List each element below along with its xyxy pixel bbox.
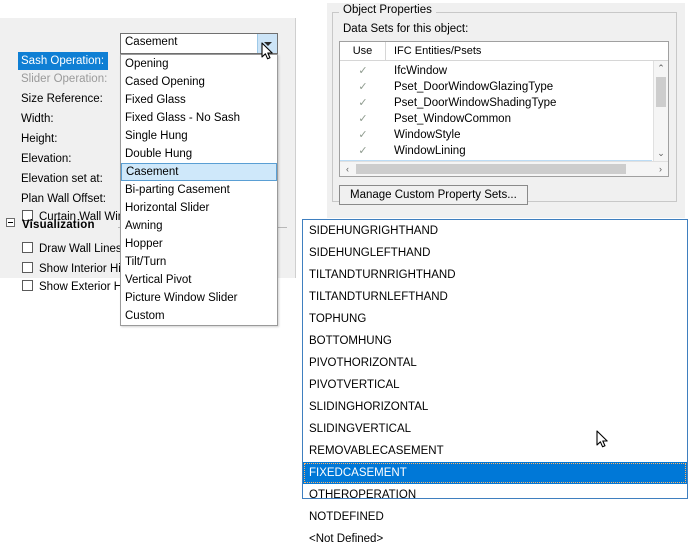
list-item[interactable]: <Not Defined> (303, 528, 687, 550)
dropdown-item-fixed-glass-no-sash[interactable]: Fixed Glass - No Sash (121, 109, 277, 127)
table-row[interactable]: ✓ Pset_DoorWindowShadingType (340, 96, 652, 111)
table-row[interactable]: ✓ Pset_WindowCommon (340, 112, 652, 127)
checkbox-box-show-exterior-hinge[interactable] (22, 280, 33, 291)
list-item[interactable]: PIVOTHORIZONTAL (303, 352, 687, 374)
use-check-icon[interactable]: ✓ (340, 80, 386, 95)
sash-operation-dropdown-list[interactable]: Opening Cased Opening Fixed Glass Fixed … (120, 54, 278, 326)
dropdown-item-tilt-turn[interactable]: Tilt/Turn (121, 253, 277, 271)
chevron-down-icon[interactable] (257, 34, 277, 53)
list-item[interactable]: TOPHUNG (303, 308, 687, 330)
dropdown-item-double-hung[interactable]: Double Hung (121, 145, 277, 163)
checkbox-draw-wall-lines[interactable]: Draw Wall Lines (22, 240, 122, 258)
table-row[interactable]: ✓ WindowStyle (340, 128, 652, 143)
table-row[interactable]: ✓ WindowLining (340, 144, 652, 159)
horizontal-scrollbar[interactable]: ‹ › (340, 161, 668, 176)
list-item[interactable]: SIDEHUNGLEFTHAND (303, 242, 687, 264)
use-check-icon[interactable]: ✓ (340, 64, 386, 79)
table-row[interactable]: ✓ IfcWindow (340, 64, 652, 79)
combobox-value: Casement (125, 36, 178, 48)
property-row-width[interactable]: Width: (18, 110, 58, 128)
list-item-selected[interactable]: FIXEDCASEMENT (303, 462, 687, 484)
scroll-up-icon[interactable]: ⌃ (654, 61, 668, 76)
dropdown-item-bi-parting-casement[interactable]: Bi-parting Casement (121, 181, 277, 199)
dropdown-item-awning[interactable]: Awning (121, 217, 277, 235)
property-label-width: Width: (21, 113, 54, 125)
entity-name: WindowLining (394, 145, 466, 157)
property-label-plan-wall-offset: Plan Wall Offset: (21, 193, 107, 205)
column-header-use[interactable]: Use (340, 42, 386, 60)
ifc-operation-value-list[interactable]: SIDEHUNGRIGHTHAND SIDEHUNGLEFTHAND TILTA… (302, 219, 688, 545)
property-label-sash-operation: Sash Operation: (18, 52, 109, 70)
checkbox-box-show-interior-hinge[interactable] (22, 262, 33, 273)
dropdown-item-fixed-glass[interactable]: Fixed Glass (121, 91, 277, 109)
entity-name: Pset_WindowCommon (394, 113, 511, 125)
use-check-icon[interactable]: ✓ (340, 128, 386, 143)
table-header-row: Use IFC Entities/Psets (340, 42, 668, 61)
dropdown-item-cased-opening[interactable]: Cased Opening (121, 73, 277, 91)
dropdown-item-horizontal-slider[interactable]: Horizontal Slider (121, 199, 277, 217)
dropdown-item-hopper[interactable]: Hopper (121, 235, 277, 253)
group-title-visualization: Visualization (22, 219, 95, 231)
property-label-slider-operation: Slider Operation: (21, 73, 108, 85)
list-item[interactable]: NOTDEFINED (303, 506, 687, 528)
entity-name: IfcWindow (394, 65, 448, 77)
property-row-elevation-set-at[interactable]: Elevation set at: (18, 170, 107, 188)
dropdown-item-single-hung[interactable]: Single Hung (121, 127, 277, 145)
scroll-right-icon[interactable]: › (653, 162, 668, 176)
list-item[interactable]: TILTANDTURNLEFTHAND (303, 286, 687, 308)
property-row-plan-wall-offset[interactable]: Plan Wall Offset: (18, 190, 110, 208)
list-item[interactable]: OTHEROPERATION (303, 484, 687, 506)
property-row-elevation[interactable]: Elevation: (18, 150, 76, 168)
list-item[interactable]: TILTANDTURNRIGHTHAND (303, 264, 687, 286)
property-row-slider-operation[interactable]: Slider Operation: (18, 70, 111, 88)
data-sets-subtitle: Data Sets for this object: (343, 23, 469, 35)
list-item[interactable]: SIDEHUNGRIGHTHAND (303, 220, 687, 242)
entity-name: WindowStyle (394, 129, 461, 141)
entity-name: Pset_DoorWindowGlazingType (394, 81, 554, 93)
use-check-icon[interactable]: ✓ (340, 144, 386, 159)
horizontal-scrollbar-thumb[interactable] (356, 164, 626, 174)
vertical-scrollbar-thumb[interactable] (656, 77, 666, 107)
use-check-icon[interactable]: ✓ (340, 112, 386, 127)
property-label-elevation-set-at: Elevation set at: (21, 173, 103, 185)
entity-name: Pset_DoorWindowShadingType (394, 97, 557, 109)
scroll-left-icon[interactable]: ‹ (340, 162, 355, 176)
property-label-elevation: Elevation: (21, 153, 72, 165)
property-row-size-reference[interactable]: Size Reference: (18, 90, 107, 108)
list-item[interactable]: REMOVABLECASEMENT (303, 440, 687, 462)
collapse-expander-icon[interactable] (6, 218, 15, 227)
ifc-entities-table[interactable]: Use IFC Entities/Psets ✓ IfcWindow ✓ Pse… (339, 41, 669, 177)
list-item[interactable]: SLIDINGVERTICAL (303, 418, 687, 440)
dropdown-item-vertical-pivot[interactable]: Vertical Pivot (121, 271, 277, 289)
dropdown-item-custom[interactable]: Custom (121, 307, 277, 325)
object-properties-panel: Object Properties Data Sets for this obj… (327, 3, 685, 218)
property-row-sash-operation[interactable]: Sash Operation: (18, 52, 109, 70)
checkbox-label-draw-wall-lines: Draw Wall Lines (39, 243, 122, 255)
property-label-height: Height: (21, 133, 58, 145)
dropdown-item-opening[interactable]: Opening (121, 55, 277, 73)
checkbox-box-draw-wall-lines[interactable] (22, 242, 33, 253)
table-row[interactable]: ✓ Pset_DoorWindowGlazingType (340, 80, 652, 95)
property-label-size-reference: Size Reference: (21, 93, 103, 105)
use-check-icon[interactable]: ✓ (340, 96, 386, 111)
dropdown-item-casement[interactable]: Casement (121, 163, 277, 181)
manage-custom-property-sets-button[interactable]: Manage Custom Property Sets... (339, 185, 528, 205)
scroll-down-icon[interactable]: ⌄ (654, 146, 668, 161)
list-item[interactable]: BOTTOMHUNG (303, 330, 687, 352)
column-header-ifc-entities[interactable]: IFC Entities/Psets (386, 42, 668, 60)
vertical-scrollbar[interactable]: ⌃ ⌄ (653, 61, 668, 161)
list-item[interactable]: SLIDINGHORIZONTAL (303, 396, 687, 418)
property-row-height[interactable]: Height: (18, 130, 61, 148)
sash-operation-combobox[interactable]: Casement (120, 33, 278, 54)
list-item[interactable]: PIVOTVERTICAL (303, 374, 687, 396)
object-properties-title: Object Properties (339, 4, 436, 16)
dropdown-item-picture-window-slider[interactable]: Picture Window Slider (121, 289, 277, 307)
